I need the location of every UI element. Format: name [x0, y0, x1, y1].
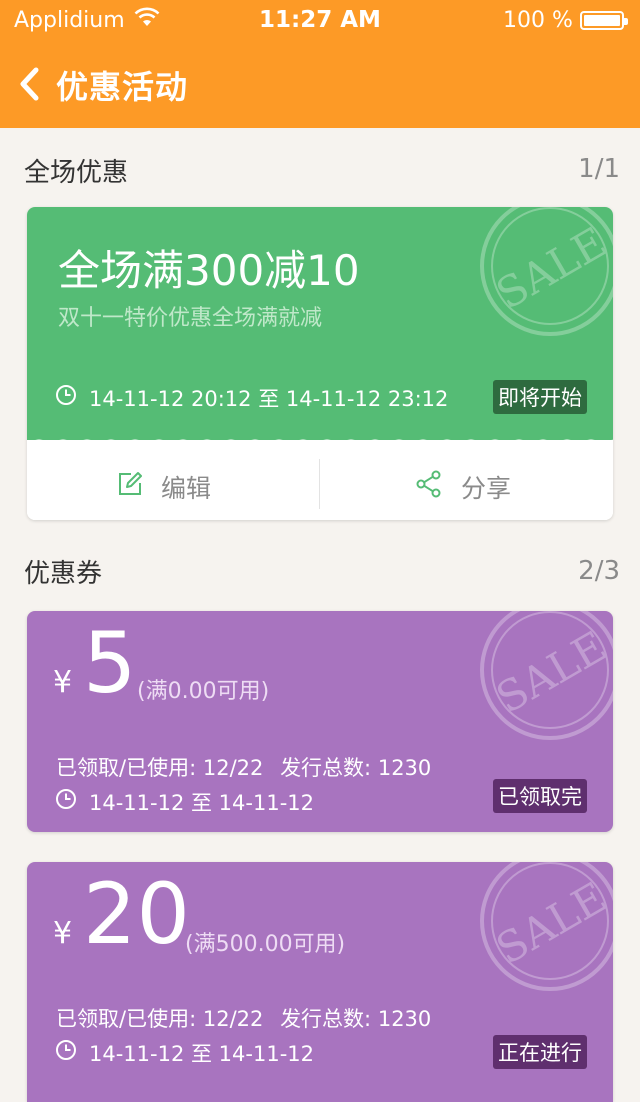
sale-stamp-icon: SALE — [480, 207, 613, 336]
claimed-used-label: 已领取/已使用: — [56, 1007, 197, 1031]
app-header: Applidium 11:27 AM 100 % 优惠活动 — [0, 0, 640, 128]
sale-stamp-icon: SALE — [480, 611, 613, 740]
share-icon — [416, 470, 441, 498]
coupon-card[interactable]: SALE ¥ 5 (满0.00可用) 已领取/已使用: 12/22 发行总数: … — [27, 611, 613, 832]
coupon-stats: 已领取/已使用: 12/22 发行总数: 1230 — [56, 752, 431, 782]
back-button[interactable] — [16, 64, 50, 104]
coupon-amount: 20 — [83, 865, 190, 963]
promotions-count: 1/1 — [578, 154, 620, 184]
chevron-left-icon — [20, 67, 39, 101]
promotion-title: 全场满300减10 — [58, 246, 360, 295]
scallop-divider — [27, 431, 613, 449]
edit-icon — [119, 472, 142, 495]
coupons-count: 2/3 — [578, 556, 620, 586]
battery-percent: 100 % — [503, 8, 573, 33]
edit-button[interactable]: 编辑 — [27, 449, 319, 520]
coupon-stats: 已领取/已使用: 12/22 发行总数: 1230 — [56, 1003, 431, 1033]
battery-icon — [580, 11, 628, 30]
issued-label: 发行总数: — [280, 756, 372, 780]
coupon-card[interactable]: SALE ¥ 20 (满500.00可用) 已领取/已使用: 12/22 发行总… — [27, 862, 613, 1102]
action-divider — [319, 459, 320, 509]
clock-icon — [56, 1040, 76, 1060]
promotion-card-body: SALE 全场满300减10 双十一特价优惠全场满就减 14-11-12 20:… — [27, 207, 613, 440]
coupon-date-range: 14-11-12 至 14-11-12 — [89, 791, 314, 815]
currency-symbol: ¥ — [53, 665, 73, 700]
claimed-used-label: 已领取/已使用: — [56, 756, 197, 780]
issued-value: 1230 — [377, 756, 432, 780]
status-bar: Applidium 11:27 AM 100 % — [0, 0, 640, 40]
coupon-date-range: 14-11-12 至 14-11-12 — [89, 1042, 314, 1066]
coupon-condition: (满500.00可用) — [185, 932, 346, 957]
promotions-section-title: 全场优惠 — [24, 158, 129, 188]
coupon-condition: (满0.00可用) — [137, 679, 270, 704]
promotion-actions: 编辑 分享 — [27, 449, 613, 520]
promotion-card[interactable]: SALE 全场满300减10 双十一特价优惠全场满就减 14-11-12 20:… — [27, 207, 613, 520]
promotion-subtitle: 双十一特价优惠全场满就减 — [58, 306, 323, 331]
coupon-amount: 5 — [83, 614, 137, 712]
issued-label: 发行总数: — [280, 1007, 372, 1031]
sale-stamp-icon: SALE — [480, 862, 613, 991]
share-button[interactable]: 分享 — [321, 449, 613, 520]
page-title: 优惠活动 — [56, 68, 189, 106]
promotion-time-range: 14-11-12 20:12 至 14-11-12 23:12 — [89, 387, 449, 411]
clock-icon — [56, 789, 76, 809]
status-badge: 已领取完 — [493, 779, 587, 813]
coupons-section-title: 优惠券 — [24, 559, 103, 589]
claimed-used-value: 12/22 — [202, 1007, 264, 1031]
status-badge: 即将开始 — [493, 380, 587, 414]
share-label: 分享 — [461, 474, 512, 503]
clock-icon — [56, 385, 76, 405]
issued-value: 1230 — [377, 1007, 432, 1031]
claimed-used-value: 12/22 — [202, 756, 264, 780]
currency-symbol: ¥ — [53, 916, 73, 951]
edit-label: 编辑 — [161, 474, 212, 503]
status-badge: 正在进行 — [493, 1035, 587, 1069]
